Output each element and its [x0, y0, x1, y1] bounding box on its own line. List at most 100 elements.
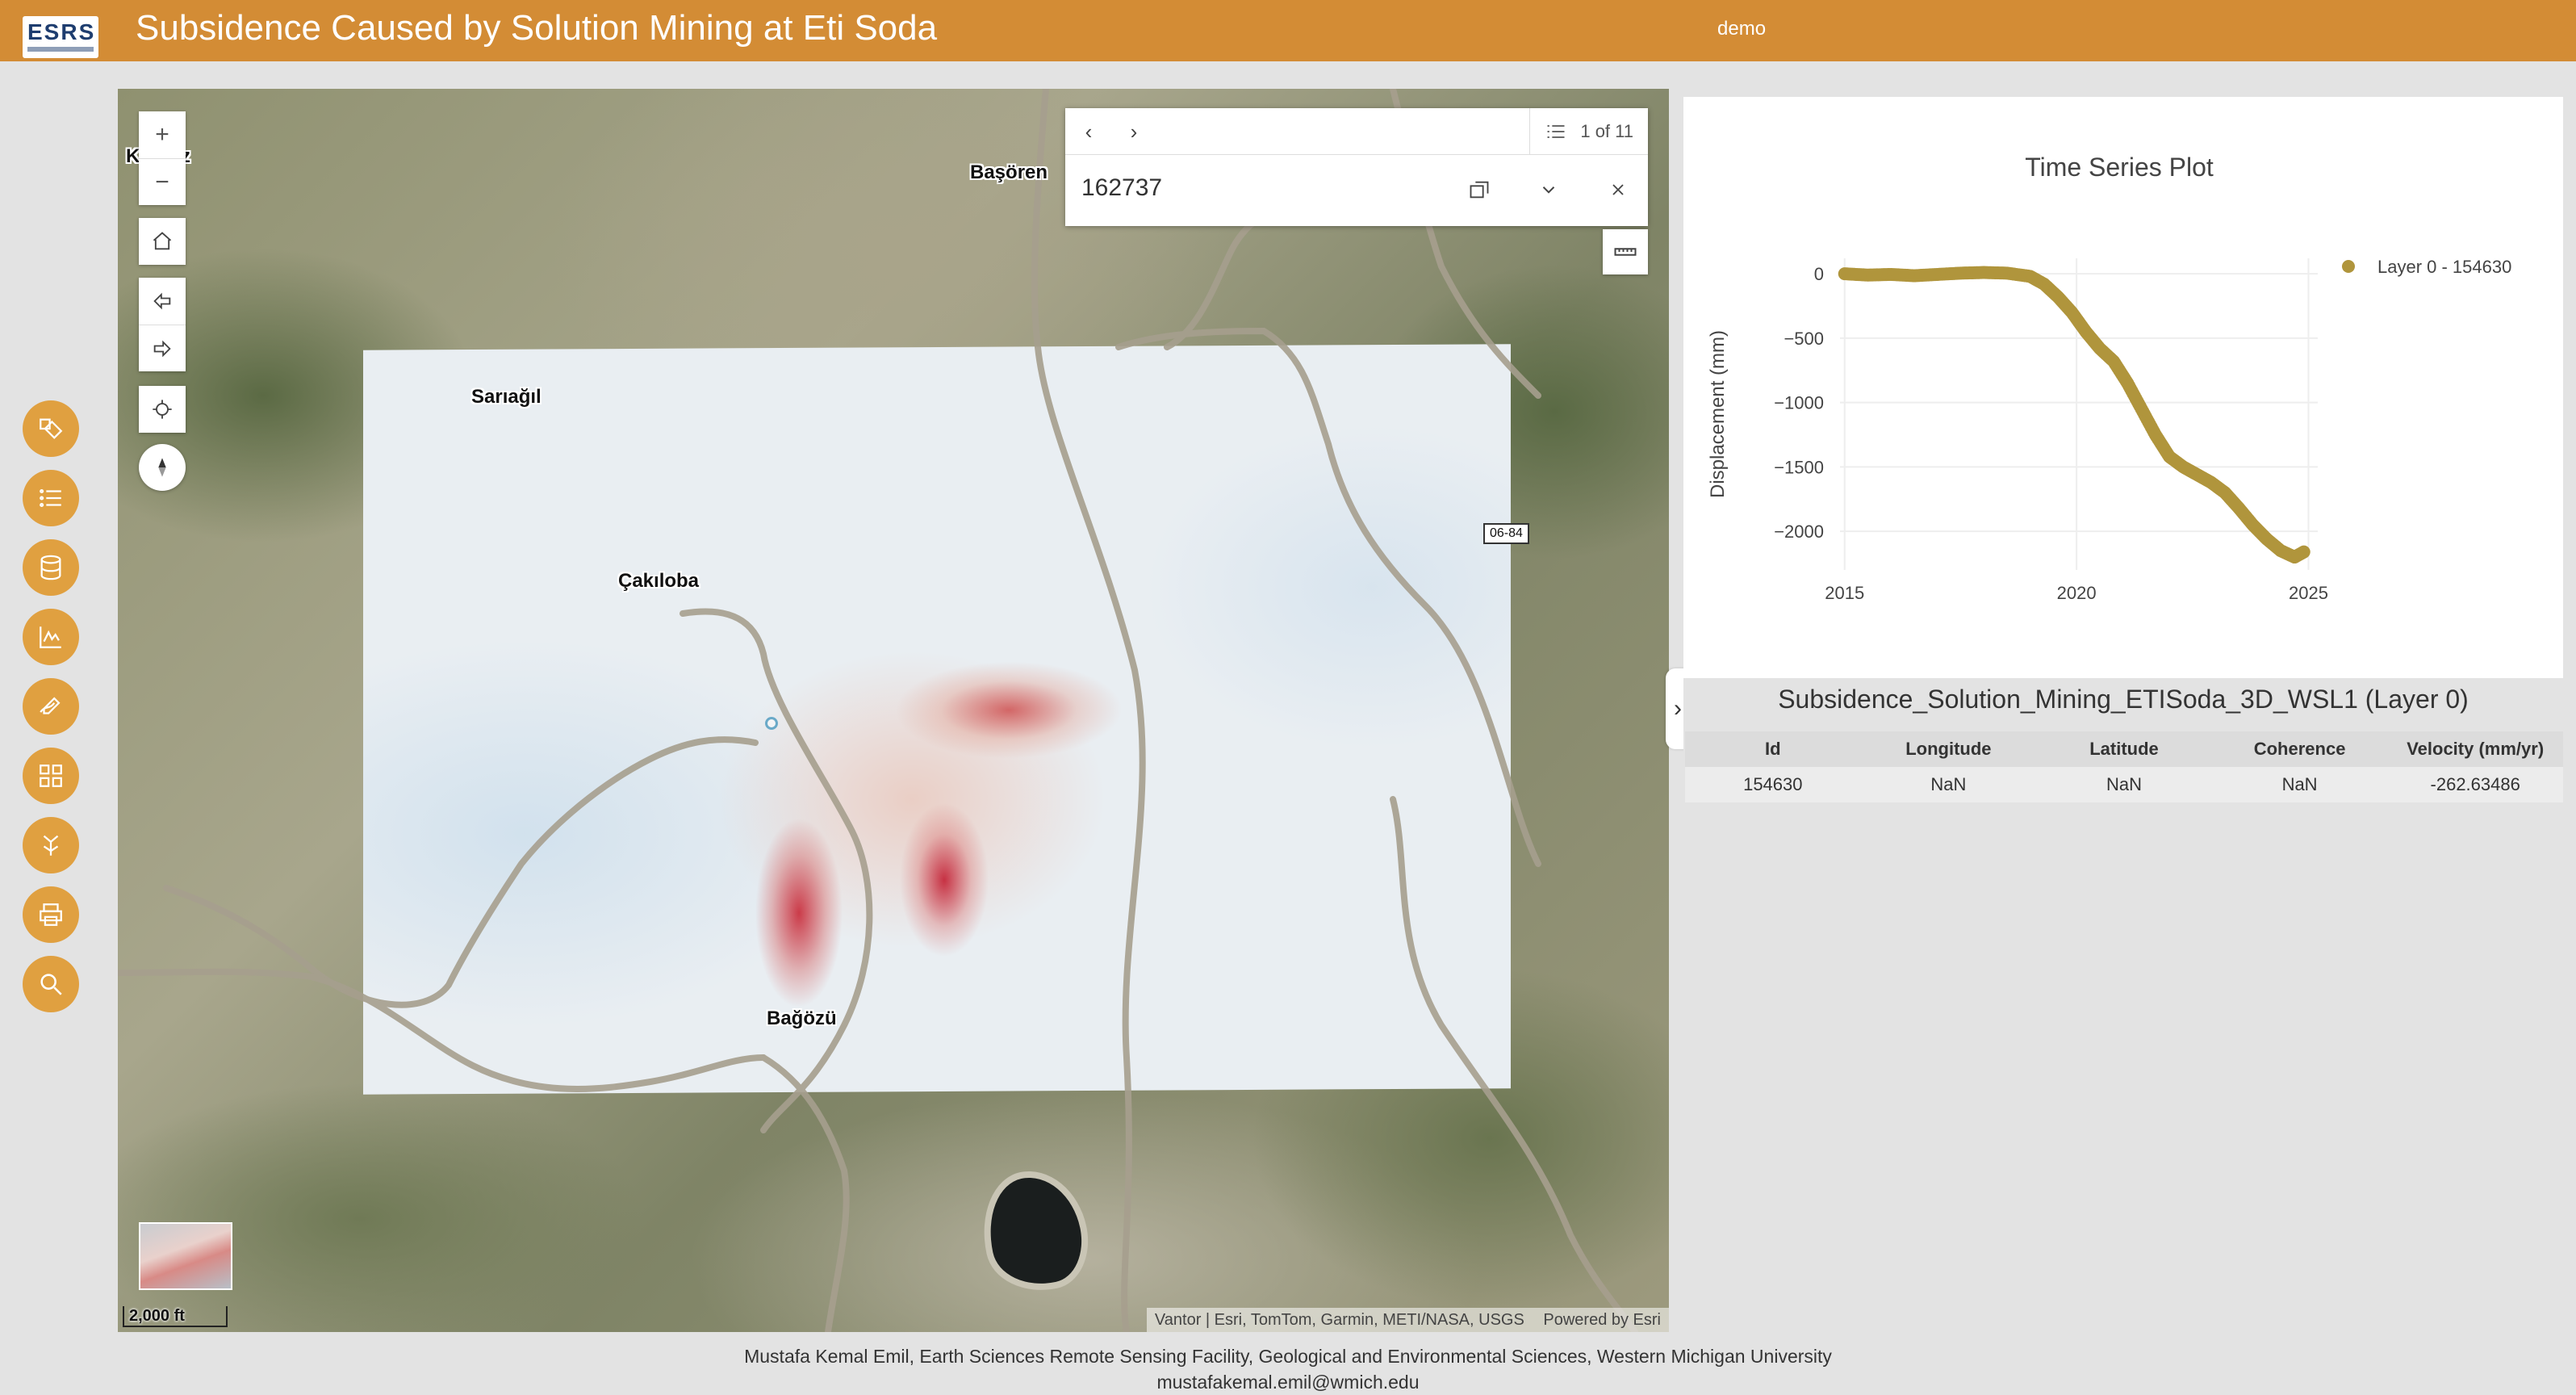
- collapse-popup-button[interactable]: [1532, 173, 1566, 207]
- close-popup-button[interactable]: [1601, 173, 1635, 207]
- x-tick-label: 2025: [2289, 583, 2328, 603]
- map-attribution: Vantor | Esri, TomTom, Garmin, METI/NASA…: [1146, 1308, 1669, 1332]
- layer-list-button[interactable]: [23, 470, 79, 526]
- search-button[interactable]: [23, 956, 79, 1012]
- x-tick-label: 2020: [2057, 583, 2097, 603]
- chevron-down-icon: [1542, 186, 1555, 194]
- feature-popup: ‹ › 1 of 11 162737: [1065, 108, 1648, 226]
- footer-email[interactable]: mustafakemal.emil@wmich.edu: [0, 1369, 2576, 1395]
- list-icon: [1547, 125, 1565, 138]
- print-button[interactable]: [23, 886, 79, 943]
- data-point: [2297, 545, 2310, 559]
- scale-label: 2,000 ft: [129, 1307, 185, 1325]
- basemap-icon: [40, 555, 61, 580]
- search-icon: [40, 974, 62, 995]
- chevron-right-icon: ›: [1674, 695, 1682, 722]
- column-header[interactable]: Coherence: [2211, 731, 2388, 767]
- zoom-in-button[interactable]: +: [139, 111, 186, 158]
- home-button[interactable]: [139, 218, 186, 265]
- locate-button[interactable]: [139, 386, 186, 433]
- share-icon: [43, 835, 59, 856]
- measure-button[interactable]: [1603, 229, 1648, 274]
- next-extent-button[interactable]: [139, 325, 186, 371]
- time-series-chart: Time Series Plot 2015 2020 2025 0 −500 −1000 −1…: [1707, 153, 2511, 603]
- minus-icon: −: [155, 168, 169, 195]
- selected-location-marker[interactable]: [765, 717, 778, 730]
- y-tick-label: −1000: [1774, 393, 1824, 413]
- chart-button[interactable]: [23, 609, 79, 665]
- column-header[interactable]: Velocity (mm/yr): [2387, 731, 2563, 767]
- gallery-icon: [40, 765, 62, 787]
- measure-icon: [1614, 248, 1637, 256]
- x-tick-label: 2015: [1825, 583, 1864, 603]
- y-axis-label: Displacement (mm): [1707, 330, 1729, 498]
- app-header: ESRS Subsidence Caused by Solution Minin…: [0, 0, 2576, 61]
- logo-text: ESRS: [27, 19, 96, 44]
- locate-control: [139, 386, 186, 433]
- chart-title: Time Series Plot: [2025, 153, 2214, 182]
- locate-icon: [153, 400, 172, 419]
- scale-bar: 2,000 ft: [123, 1306, 228, 1327]
- legend-button[interactable]: [23, 400, 79, 457]
- layer-list-icon: [40, 488, 61, 508]
- footer-credit: Mustafa Kemal Emil, Earth Sciences Remot…: [744, 1346, 1832, 1367]
- road-network: [118, 89, 1638, 1332]
- sketch-button[interactable]: [23, 678, 79, 735]
- extent-navigation: [139, 278, 186, 371]
- table-row[interactable]: 154630 NaN NaN NaN -262.63486: [1685, 767, 2563, 802]
- chevron-left-icon: ‹: [1085, 119, 1093, 144]
- y-tick-label: 0: [1814, 264, 1824, 284]
- arrow-left-icon: [153, 292, 171, 310]
- app-title: Subsidence Caused by Solution Mining at …: [136, 8, 938, 48]
- y-tick-label: −500: [1784, 329, 1824, 349]
- gallery-button[interactable]: [23, 748, 79, 804]
- table-cell: NaN: [2211, 767, 2388, 802]
- right-panel: Time Series Plot 2015 2020 2025 0 −500 −1000 −1…: [1683, 89, 2563, 1332]
- popup-previous-button[interactable]: ‹: [1073, 116, 1104, 147]
- powered-by-esri[interactable]: Powered by Esri: [1543, 1311, 1661, 1329]
- previous-extent-button[interactable]: [139, 278, 186, 325]
- dock-button[interactable]: [1462, 173, 1496, 207]
- table-header-row: Id Longitude Latitude Coherence Velocity (mm…: [1685, 731, 2563, 767]
- esrs-logo[interactable]: ESRS: [23, 16, 98, 58]
- attribution-text[interactable]: Vantor | Esri, TomTom, Garmin, METI/NASA…: [1155, 1311, 1524, 1329]
- column-header[interactable]: Latitude: [2036, 731, 2212, 767]
- road-shield: 06-84: [1483, 523, 1529, 544]
- legend-icon: [40, 418, 63, 439]
- attribute-table: Id Longitude Latitude Coherence Velocity (mm…: [1685, 731, 2563, 802]
- logo-subtitle-bar: [27, 47, 94, 52]
- attribute-table-title: Subsidence_Solution_Mining_ETISoda_3D_WS…: [1778, 685, 2469, 714]
- place-label-saraagil: Sarıağıl: [471, 386, 542, 408]
- column-header[interactable]: Id: [1685, 731, 1861, 767]
- popup-feature-list-button[interactable]: 1 of 11: [1529, 108, 1648, 155]
- y-tick-label: −2000: [1774, 522, 1824, 542]
- time-series-plot[interactable]: Time Series Plot 2015 2020 2025 0 −500 −1000 −1…: [1683, 97, 2563, 678]
- table-cell: NaN: [1860, 767, 2037, 802]
- column-header[interactable]: Longitude: [1860, 731, 2037, 767]
- map-view[interactable]: Karaöz Başören Sarıağıl Çakıloba Bağözü …: [118, 89, 1669, 1332]
- overview-map[interactable]: [139, 1222, 232, 1290]
- zoom-out-button[interactable]: −: [139, 158, 186, 205]
- dock-icon: [1470, 181, 1489, 199]
- footer: Mustafa Kemal Emil, Earth Sciences Remot…: [0, 1343, 2576, 1395]
- place-label-cakiloba: Çakıloba: [618, 570, 700, 592]
- share-button[interactable]: [23, 817, 79, 873]
- compass-button[interactable]: [139, 444, 186, 491]
- compass-icon: [158, 458, 166, 477]
- popup-count: 1 of 11: [1580, 121, 1633, 141]
- basemap-button[interactable]: [23, 539, 79, 596]
- place-label-basoren: Başören: [970, 161, 1048, 183]
- popup-next-button[interactable]: ›: [1119, 116, 1149, 147]
- y-tick-label: −1500: [1774, 457, 1824, 477]
- compass-control: [139, 444, 186, 491]
- table-cell: -262.63486: [2387, 767, 2563, 802]
- popup-header: ‹ › 1 of 11: [1065, 108, 1648, 155]
- zoom-controls: + −: [139, 111, 186, 205]
- legend-label: Layer 0 - 154630: [2377, 257, 2511, 277]
- place-label-bagozu: Bağözü: [767, 1008, 837, 1029]
- popup-actions: [1462, 173, 1635, 207]
- plus-icon: +: [155, 121, 169, 148]
- popup-title: 162737: [1081, 174, 1163, 201]
- table-cell: NaN: [2036, 767, 2212, 802]
- close-icon: [1612, 184, 1624, 195]
